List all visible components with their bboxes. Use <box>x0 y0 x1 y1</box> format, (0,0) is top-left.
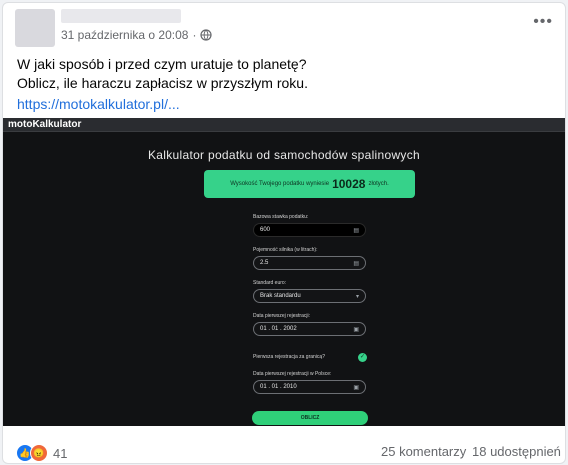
poland-reg-date-field[interactable]: 01 . 01 . 2010 ▣ <box>253 380 366 394</box>
author-avatar[interactable] <box>15 9 55 47</box>
base-rate-label: Bazowa stawka podatku: <box>253 214 309 220</box>
calculate-button[interactable]: OBLICZ <box>252 411 368 425</box>
euro-label: Standard euro: <box>253 280 287 286</box>
post-link[interactable]: https://motokalkulator.pl/... <box>17 96 180 112</box>
first-reg-value: 01 . 01 . 2002 <box>260 326 297 332</box>
result-prefix: Wysokość Twojego podatku wyniesie <box>230 181 330 187</box>
euro-select[interactable]: Brak standardu ▾ <box>253 289 366 303</box>
post-text: W jaki sposób i przed czym uratuje to pl… <box>17 55 308 93</box>
engine-value: 2.5 <box>260 260 269 266</box>
globe-icon <box>200 29 213 41</box>
calculator-title: Kalkulator podatku od samochodów spalino… <box>147 148 421 162</box>
post-footer: 👍 😠 41 25 komentarzy 18 udostępnień <box>3 433 565 463</box>
calculator-topbar: motoKalkulator <box>3 118 565 132</box>
stepper-icon: ▤ <box>353 228 359 234</box>
meta-separator: · <box>192 28 197 42</box>
stepper-icon: ▤ <box>353 261 359 267</box>
calendar-icon[interactable]: ▣ <box>353 326 359 333</box>
base-rate-value: 600 <box>260 227 271 233</box>
shares-count[interactable]: 18 udostępnień <box>472 444 561 459</box>
abroad-label: Pierwsza rejestracja za granicą? <box>253 354 325 360</box>
base-rate-field[interactable]: 600 ▤ <box>253 223 366 237</box>
post-meta: 31 października o 20:08 · <box>61 28 213 42</box>
reaction-count: 41 <box>53 445 68 461</box>
euro-value: Brak standardu <box>260 293 301 299</box>
poland-reg-value: 01 . 01 . 2010 <box>260 384 297 390</box>
result-suffix: złotych. <box>368 181 389 187</box>
engine-field[interactable]: 2.5 ▤ <box>253 256 366 270</box>
result-amount: 10028 <box>332 177 366 191</box>
post-date[interactable]: 31 października o 20:08 <box>61 28 188 42</box>
check-icon[interactable]: ✓ <box>358 353 367 362</box>
poland-reg-label: Data pierwszej rejestracji w Polsce: <box>253 371 332 377</box>
more-options-icon[interactable]: ••• <box>533 14 553 30</box>
chevron-down-icon: ▾ <box>355 294 359 300</box>
calculator-brand: motoKalkulator <box>8 119 82 130</box>
reactions[interactable]: 👍 😠 41 <box>16 444 67 462</box>
angry-reaction-icon: 😠 <box>30 444 48 462</box>
result-box: Wysokość Twojego podatku wyniesie 10028 … <box>204 170 415 198</box>
comments-count[interactable]: 25 komentarzy <box>381 444 466 459</box>
calendar-icon[interactable]: ▣ <box>353 384 359 391</box>
first-reg-label: Data pierwszej rejestracji: <box>253 313 310 319</box>
engine-label: Pojemność silnika (w litrach): <box>253 247 318 253</box>
first-reg-date-field[interactable]: 01 . 01 . 2002 ▣ <box>253 322 366 336</box>
post-text-line-1: W jaki sposób i przed czym uratuje to pl… <box>17 56 307 72</box>
calculator-screenshot[interactable]: motoKalkulator Kalkulator podatku od sam… <box>3 118 565 426</box>
post-text-line-2: Oblicz, ile haraczu zapłacisz w przyszły… <box>17 75 308 91</box>
facebook-post: 31 października o 20:08 · ••• W jaki spo… <box>2 2 566 464</box>
author-name-redacted[interactable] <box>61 9 181 23</box>
